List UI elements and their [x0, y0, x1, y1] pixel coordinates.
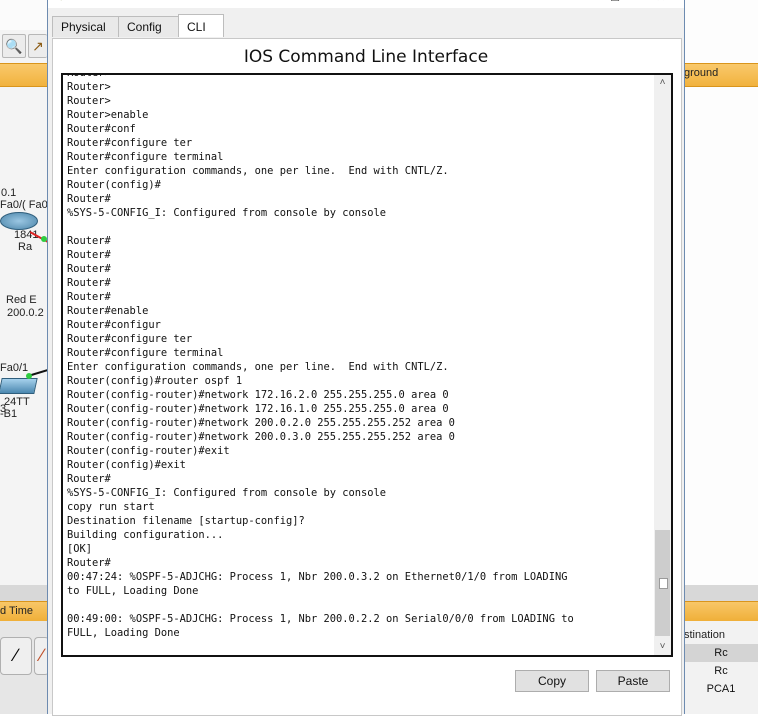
- terminal-scrollbar[interactable]: ˄ ˅: [654, 75, 671, 655]
- switch-port-label: Fa0/1: [0, 362, 29, 374]
- terminal-line: Router(config)#exit: [67, 459, 186, 471]
- terminal-line: Building configuration...: [67, 529, 224, 541]
- terminal-line: 00:47:24: %OSPF-5-ADJCHG: Process 1, Nbr…: [67, 571, 568, 583]
- router-icon[interactable]: [0, 212, 38, 230]
- device-window: ✦ Rb — □ ✕ Physical Config CLI IOS Comma…: [47, 0, 685, 716]
- terminal-line: Router(config-router)#network 172.16.1.0…: [67, 403, 449, 415]
- destination-row[interactable]: PCA1: [684, 680, 758, 698]
- terminal-line: Router(config-router)#network 200.0.2.0 …: [67, 417, 455, 429]
- destination-row[interactable]: Rc: [684, 644, 758, 662]
- tab-config[interactable]: Config: [118, 16, 180, 37]
- terminal-line: Router>: [67, 73, 111, 79]
- network-name-label: Red E: [6, 294, 37, 306]
- terminal-line: to FULL, Loading Done: [67, 585, 199, 597]
- terminal-line: Router(config)#router ospf 1: [67, 375, 243, 387]
- terminal-line: Router>: [67, 95, 111, 107]
- terminal-line: Router#: [67, 291, 111, 303]
- window-titlebar[interactable]: ✦ Rb — □ ✕: [48, 0, 684, 8]
- tab-physical[interactable]: Physical: [52, 16, 126, 37]
- workspace-bar-right: ground: [684, 63, 758, 87]
- tool-icon[interactable]: ↗: [28, 34, 47, 58]
- connection-tool-icon[interactable]: ∕: [0, 637, 32, 675]
- destination-header: stination: [684, 629, 725, 641]
- scrollbar-grip-icon: [659, 578, 668, 589]
- router-app-icon: ✦: [56, 0, 66, 4]
- cli-terminal[interactable]: Router> Router> Router> Router>enable Router…: [61, 73, 673, 657]
- terminal-line: Router#: [67, 473, 111, 485]
- switch-model-label: 24TT: [4, 396, 30, 408]
- terminal-line: Router>enable: [67, 109, 149, 121]
- device-ip-label: 0.1: [1, 187, 17, 199]
- terminal-line: Router#configure terminal: [67, 347, 224, 359]
- terminal-line: Router#: [67, 193, 111, 205]
- status-bar-right: [684, 601, 758, 622]
- scroll-down-icon[interactable]: ˅: [654, 639, 671, 655]
- terminal-line: Router(config)#: [67, 179, 161, 191]
- terminal-line: Router(config-router)#network 172.16.2.0…: [67, 389, 449, 401]
- terminal-line: Router#configure ter: [67, 137, 193, 149]
- maximize-icon[interactable]: □: [600, 0, 630, 6]
- network-ip-label: 200.0.2: [7, 307, 44, 319]
- realtime-bar: d Time: [0, 601, 48, 622]
- terminal-line: %SYS-5-CONFIG_I: Configured from console…: [67, 207, 387, 219]
- scrollbar-thumb[interactable]: [655, 530, 670, 636]
- terminal-line: Router#conf: [67, 123, 136, 135]
- scroll-up-icon[interactable]: ˄: [654, 75, 671, 91]
- paste-button[interactable]: Paste: [596, 670, 670, 692]
- terminal-line: Router>: [67, 81, 111, 93]
- terminal-line: Router#: [67, 277, 111, 289]
- terminal-line: Router#: [67, 263, 111, 275]
- tab-cli[interactable]: CLI: [178, 14, 224, 37]
- terminal-line: Router(config-router)#exit: [67, 445, 230, 457]
- terminal-line: Enter configuration commands, one per li…: [67, 361, 449, 373]
- terminal-line: Router#configure ter: [67, 333, 193, 345]
- switch-name-label: -B1: [0, 408, 18, 420]
- close-icon[interactable]: ✕: [646, 0, 676, 6]
- terminal-line: 00:49:00: %OSPF-5-ADJCHG: Process 1, Nbr…: [67, 613, 574, 625]
- terminal-line: Router#: [67, 557, 111, 569]
- link-line-icon: [30, 231, 48, 243]
- terminal-output: Router> Router> Router> Router>enable Router…: [67, 73, 647, 640]
- terminal-line: [OK]: [67, 543, 93, 555]
- terminal-line: %SYS-5-CONFIG_I: Configured from console…: [67, 487, 387, 499]
- background-banner-label: ground: [684, 67, 719, 79]
- terminal-line: Router#: [67, 235, 111, 247]
- terminal-line: Router#enable: [67, 305, 149, 317]
- link-line-icon: [26, 369, 48, 379]
- time-mode-label: d Time: [0, 605, 34, 617]
- device-ports-label: Fa0/( Fa0/: [0, 199, 51, 211]
- terminal-line: Router#: [67, 249, 111, 261]
- workspace-top-strip: [0, 0, 48, 30]
- workspace-bar-left: [0, 63, 48, 87]
- workspace-divider: [0, 585, 48, 601]
- terminal-line: Enter configuration commands, one per li…: [67, 165, 449, 177]
- terminal-line: Router#configur: [67, 319, 161, 331]
- zoom-tool-icon[interactable]: 🔍: [2, 34, 26, 58]
- terminal-line: Router#configure terminal: [67, 151, 224, 163]
- terminal-line: Destination filename [startup-config]?: [67, 515, 305, 527]
- window-title: Rb: [76, 0, 90, 2]
- destination-row[interactable]: Rc: [684, 662, 758, 680]
- copy-button[interactable]: Copy: [515, 670, 589, 692]
- terminal-line: Router(config-router)#network 200.0.3.0 …: [67, 431, 455, 443]
- terminal-line: copy run start: [67, 501, 155, 513]
- cli-heading: IOS Command Line Interface: [243, 47, 489, 67]
- workspace-divider-right: [684, 585, 758, 601]
- terminal-line: FULL, Loading Done: [67, 627, 180, 639]
- minimize-icon[interactable]: —: [556, 0, 586, 6]
